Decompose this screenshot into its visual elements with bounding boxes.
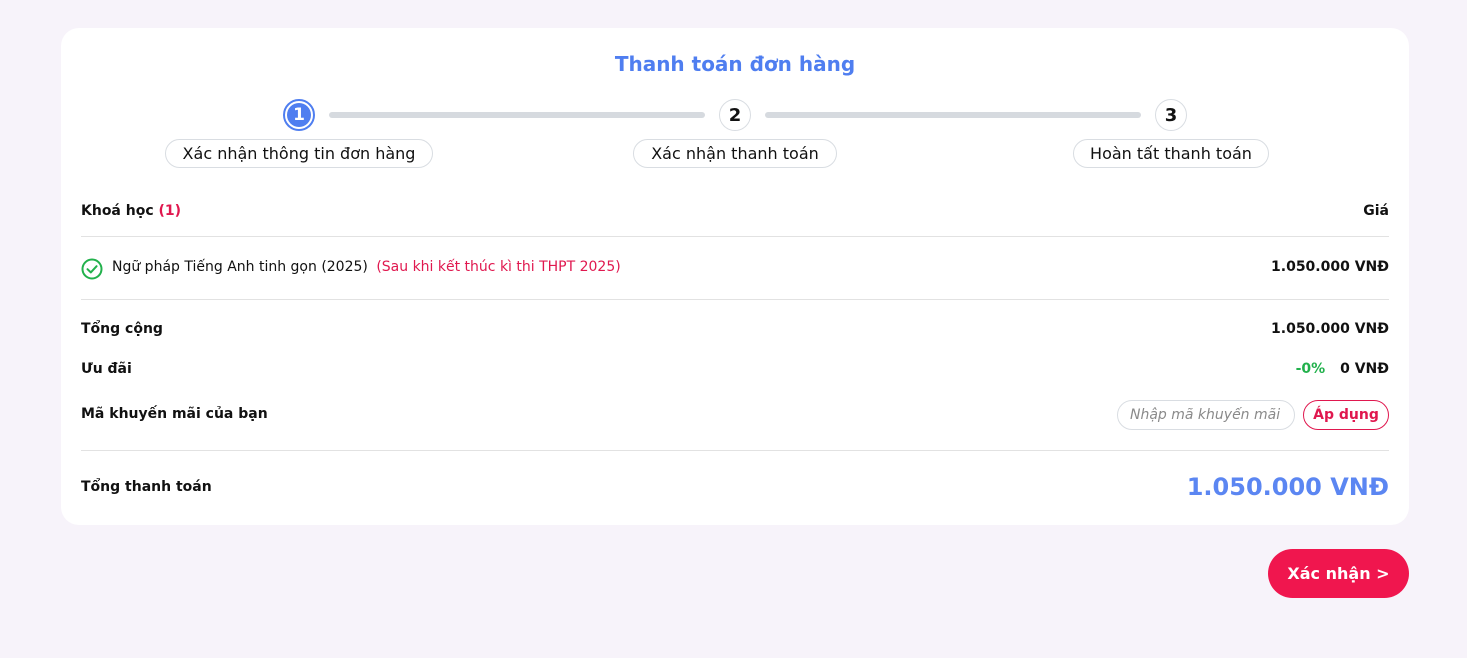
total-label: Tổng thanh toán: [81, 479, 212, 495]
step-2-indicator[interactable]: 2: [719, 99, 751, 131]
divider: [81, 450, 1389, 451]
divider: [81, 299, 1389, 300]
discount-values: -0% 0 VNĐ: [1296, 361, 1389, 377]
discount-value: 0 VNĐ: [1340, 361, 1389, 377]
course-header: Khoá học (1): [81, 203, 181, 219]
promo-code-input[interactable]: [1117, 400, 1295, 430]
step-connector-2-3: [765, 112, 1141, 118]
course-name: Ngữ pháp Tiếng Anh tinh gọn (2025): [112, 259, 368, 275]
step-2-label: Xác nhận thanh toán: [633, 139, 837, 168]
step-1-label: Xác nhận thông tin đơn hàng: [165, 139, 433, 168]
course-header-label: Khoá học: [81, 203, 154, 219]
course-price: 1.050.000 VNĐ: [1271, 259, 1389, 275]
page-title: Thanh toán đơn hàng: [614, 52, 856, 76]
check-circle-icon: [81, 258, 103, 280]
step-1-indicator[interactable]: 1: [283, 99, 315, 131]
course-note: (Sau khi kết thúc kì thi THPT 2025): [376, 259, 621, 275]
apply-promo-button[interactable]: Áp dụng: [1303, 400, 1389, 430]
step-connector-1-2: [329, 112, 705, 118]
subtotal-label: Tổng cộng: [81, 321, 163, 337]
divider: [81, 236, 1389, 237]
step-1-number: 1: [287, 103, 311, 127]
step-3-indicator[interactable]: 3: [1155, 99, 1187, 131]
discount-percent: -0%: [1295, 361, 1326, 377]
step-3-label: Hoàn tất thanh toán: [1073, 139, 1269, 168]
discount-label: Ưu đãi: [81, 361, 132, 377]
step-3-number: 3: [1164, 104, 1178, 126]
checkout-card: Thanh toán đơn hàng 1 2 3 Xác nhận thông…: [61, 28, 1409, 525]
total-value: 1.050.000 VNĐ: [1186, 473, 1389, 501]
course-count: (1): [158, 203, 182, 219]
confirm-button[interactable]: Xác nhận >: [1268, 549, 1409, 598]
subtotal-value: 1.050.000 VNĐ: [1271, 321, 1389, 337]
step-2-number: 2: [728, 104, 742, 126]
price-header: Giá: [1363, 203, 1389, 219]
course-title-line: Ngữ pháp Tiếng Anh tinh gọn (2025) (Sau …: [112, 259, 621, 275]
promo-label: Mã khuyến mãi của bạn: [81, 406, 268, 422]
